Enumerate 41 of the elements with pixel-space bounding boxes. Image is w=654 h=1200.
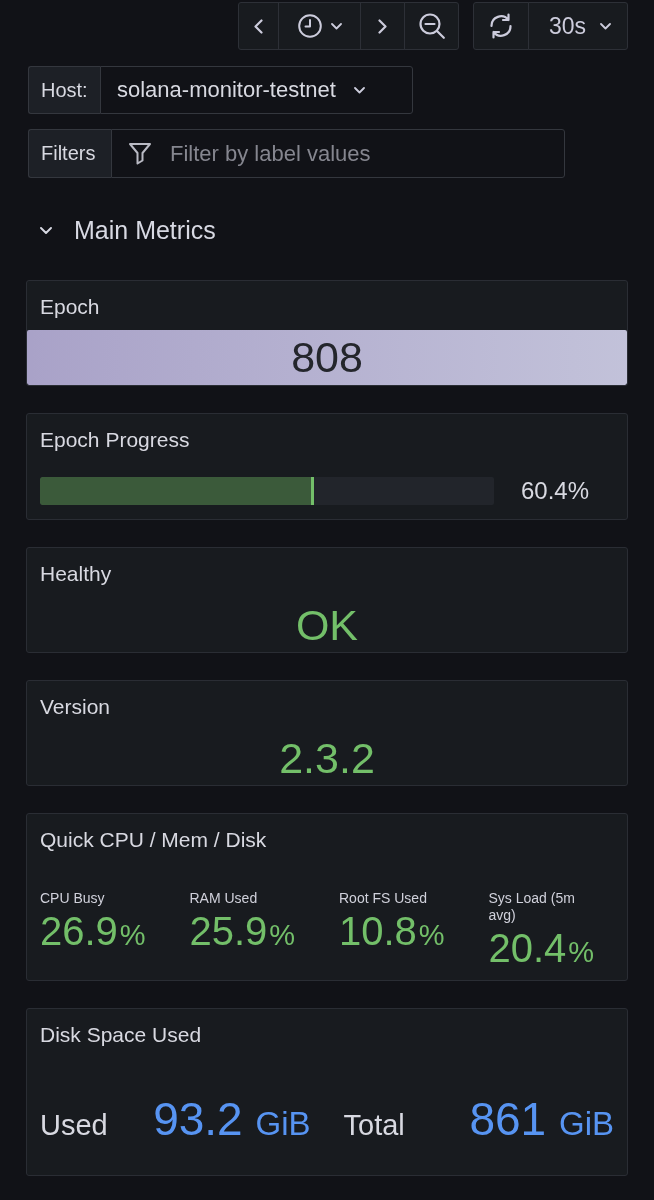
panel-title: Quick CPU / Mem / Disk xyxy=(40,828,267,851)
filter-field[interactable]: Filter by label values xyxy=(111,129,565,178)
variable-label: Host: xyxy=(28,66,100,114)
chevron-right-icon xyxy=(378,18,387,34)
panel-title: Disk Space Used xyxy=(40,1023,202,1046)
stat-label: Total xyxy=(343,1109,405,1142)
time-picker-button[interactable] xyxy=(278,2,361,50)
stat-value: 25.9% xyxy=(189,909,296,955)
progress-reading: 60.4% xyxy=(520,477,589,505)
refresh-interval-picker[interactable]: 30s xyxy=(528,2,628,50)
stat-label: CPU Busy xyxy=(40,890,105,907)
stat-value: 26.9% xyxy=(40,909,146,955)
stat-value: 861 GiB xyxy=(469,1092,614,1146)
zoom-out-icon xyxy=(418,13,445,39)
refresh-button[interactable] xyxy=(473,2,529,50)
variable-label: Filters xyxy=(28,129,111,178)
row-toggle[interactable]: Main Metrics xyxy=(26,210,220,250)
stat-label: Root FS Used xyxy=(339,890,427,907)
stat-value: 2.3.2 xyxy=(279,733,375,783)
caret-down-icon xyxy=(330,22,342,30)
zoom-out-button[interactable] xyxy=(404,2,459,50)
chevron-left-icon xyxy=(254,18,263,34)
stat-value: 10.8% xyxy=(339,909,445,955)
panel-title: Version xyxy=(40,695,111,718)
refresh-icon xyxy=(488,13,514,39)
panel-title: Epoch xyxy=(40,295,100,318)
stat-value: 93.2 GiB xyxy=(153,1092,311,1146)
stat-label: Used xyxy=(40,1109,108,1142)
caret-down-icon xyxy=(353,86,365,94)
stat-value: 20.4% xyxy=(488,926,595,972)
caret-down-icon xyxy=(600,22,612,30)
host-select[interactable]: solana-monitor-testnet xyxy=(100,66,413,114)
previous-button[interactable] xyxy=(238,2,279,50)
stat-value: 808 xyxy=(27,330,627,385)
stat-label: Sys Load (5m avg) xyxy=(488,890,576,924)
stat-value: OK xyxy=(295,600,359,650)
clock-icon xyxy=(297,14,322,38)
stat-label: RAM Used xyxy=(189,890,258,907)
funnel-icon xyxy=(128,141,152,165)
panel-title: Healthy xyxy=(40,562,112,585)
panel-title: Epoch Progress xyxy=(40,428,190,451)
